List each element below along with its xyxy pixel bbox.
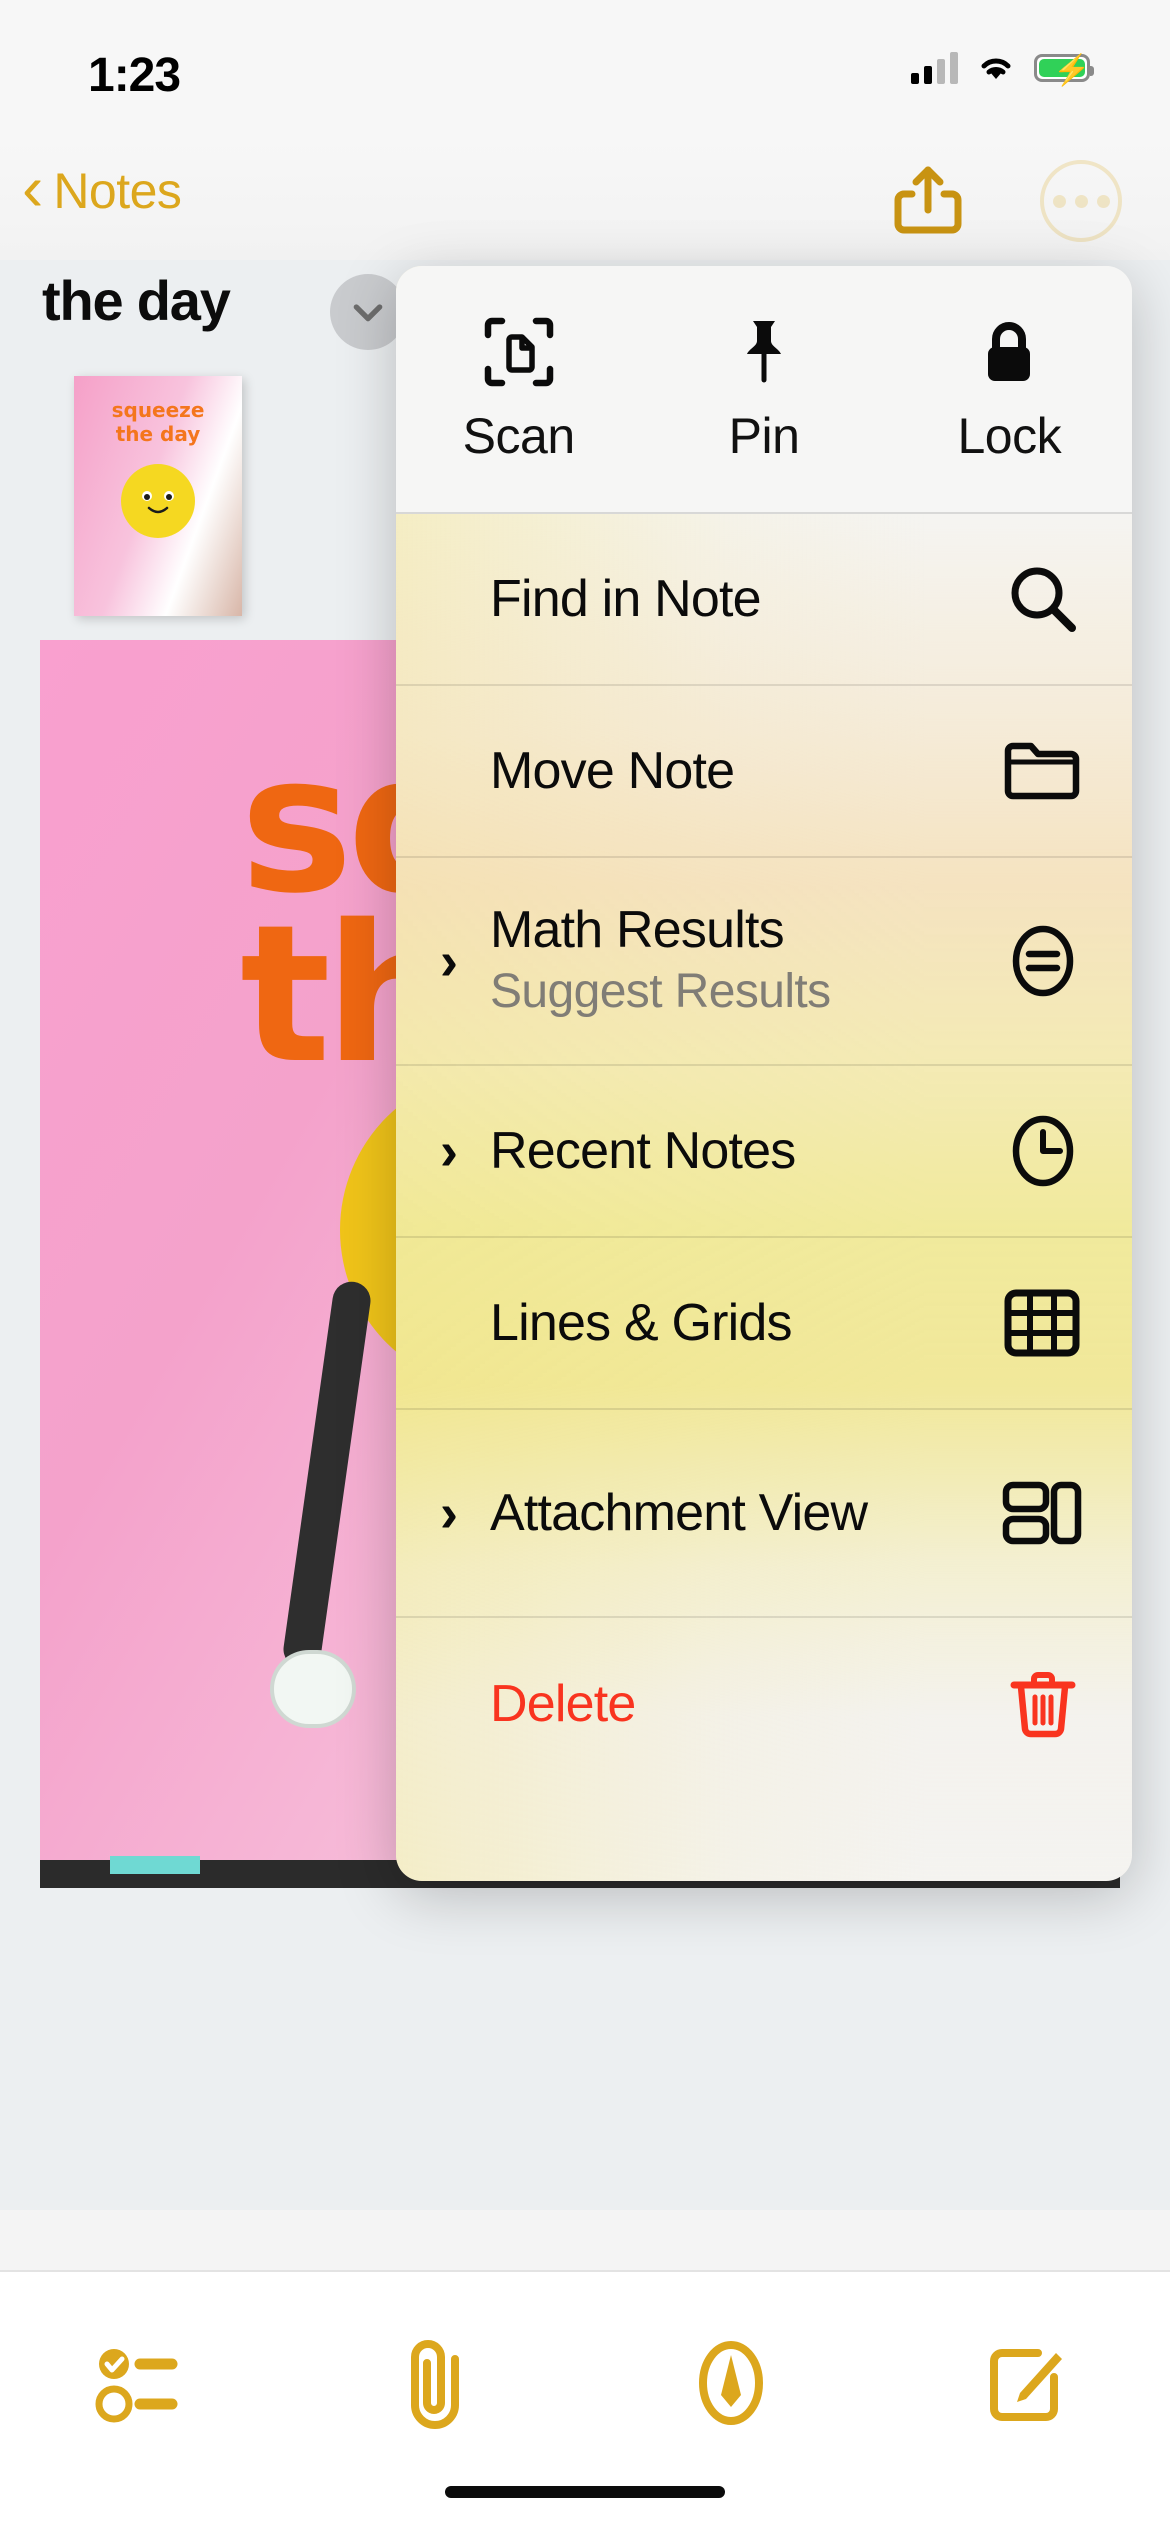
wifi-icon (976, 52, 1016, 84)
menu-item-label: Math Results (490, 901, 785, 959)
character-arm (281, 1279, 373, 1671)
menu-item-math-results[interactable]: › Math Results Suggest Results (396, 858, 1132, 1066)
scan-document-icon (484, 317, 553, 387)
menu-quick-actions-row: Scan Pin Lock (396, 266, 1132, 514)
menu-item-text: Move Note (490, 741, 994, 801)
quick-action-label: Pin (728, 408, 800, 464)
more-options-button[interactable] (1040, 160, 1122, 242)
menu-item-text: Recent Notes (490, 1121, 994, 1181)
checklist-button[interactable] (86, 2328, 206, 2438)
share-button[interactable] (886, 158, 970, 242)
equals-circle-icon (994, 916, 1084, 1006)
lemon-face-thumb (142, 491, 174, 514)
markup-button[interactable] (671, 2328, 791, 2438)
ellipsis-dot-3 (1096, 194, 1110, 208)
status-bar: 1:23 ⚡ (0, 0, 1170, 140)
submenu-chevron-placeholder: › (440, 1296, 486, 1350)
menu-item-text: Delete (490, 1674, 994, 1734)
quick-action-scan[interactable]: Scan (396, 266, 641, 512)
trash-icon (994, 1659, 1084, 1749)
book-edge-accent (110, 1856, 200, 1874)
menu-item-lines-and-grids[interactable]: › Lines & Grids (396, 1238, 1132, 1410)
menu-item-attachment-view[interactable]: › Attachment View (396, 1410, 1132, 1618)
checklist-icon (95, 2349, 178, 2423)
menu-item-recent-notes[interactable]: › Recent Notes (396, 1066, 1132, 1238)
quick-action-label: Scan (462, 408, 575, 464)
share-icon (894, 166, 962, 234)
submenu-chevron-placeholder: › (440, 572, 486, 626)
iphone-screen: the day squeeze the day squthe (0, 0, 1170, 2532)
menu-item-text: Math Results Suggest Results (490, 900, 994, 1022)
status-indicators: ⚡ (911, 52, 1094, 87)
folder-icon (994, 726, 1084, 816)
quick-action-label: Lock (957, 408, 1062, 464)
menu-item-text: Lines & Grids (490, 1293, 994, 1353)
menu-items-list: › Find in Note › Move Note (396, 514, 1132, 1790)
menu-item-find-in-note[interactable]: › Find in Note (396, 514, 1132, 686)
cellular-bars-icon (911, 52, 958, 84)
grid-icon (994, 1278, 1084, 1368)
submenu-chevron-placeholder: › (440, 1677, 486, 1731)
home-indicator (445, 2486, 725, 2498)
menu-item-label: Find in Note (490, 570, 762, 628)
ellipsis-dot-2 (1074, 194, 1088, 208)
quick-action-pin[interactable]: Pin (641, 266, 886, 512)
character-hand (270, 1650, 356, 1728)
markup-pen-icon (699, 2341, 764, 2425)
menu-item-label: Move Note (490, 742, 735, 800)
note-thumbnail-image[interactable]: squeeze the day (74, 376, 242, 616)
thumbnail-caption: squeeze the day (111, 398, 205, 446)
compose-button[interactable] (964, 2328, 1084, 2438)
attach-button[interactable] (379, 2328, 499, 2438)
chevron-down-icon (353, 304, 383, 322)
back-button[interactable]: ‹ Notes (22, 156, 182, 220)
collapse-header-button[interactable] (330, 274, 406, 350)
menu-item-text: Attachment View (490, 1483, 994, 1543)
compose-icon (989, 2349, 1062, 2421)
note-title: the day (42, 269, 231, 332)
attachment-view-icon (994, 1468, 1084, 1558)
menu-item-label: Attachment View (490, 1484, 868, 1542)
menu-item-move-note[interactable]: › Move Note (396, 686, 1132, 858)
menu-item-label: Recent Notes (490, 1122, 796, 1180)
ellipsis-dot-1 (1052, 194, 1066, 208)
paperclip-icon (410, 2340, 459, 2429)
quick-action-lock[interactable]: Lock (887, 266, 1132, 512)
status-time: 1:23 (88, 49, 181, 102)
battery-charging-icon: ⚡ (1034, 54, 1094, 87)
context-menu[interactable]: Scan Pin Lock Find in Note Move Note › M… (396, 266, 1132, 1881)
navigation-bar: ‹ Notes (0, 140, 1170, 260)
search-icon (994, 554, 1084, 644)
menu-content: Scan Pin Lock Find in Note Move Note › M… (396, 266, 1132, 1790)
back-button-label: Notes (53, 163, 182, 219)
menu-item-text: Find in Note (490, 569, 994, 629)
chevron-right-icon: › (440, 1483, 458, 1543)
menu-item-delete[interactable]: › Delete (396, 1618, 1132, 1790)
menu-item-label: Delete (490, 1675, 636, 1733)
chevron-left-icon: ‹ (22, 152, 44, 224)
clock-icon (994, 1106, 1084, 1196)
menu-item-label: Lines & Grids (490, 1294, 793, 1352)
lock-icon (988, 322, 1031, 381)
menu-item-sublabel: Suggest Results (490, 965, 831, 1018)
chevron-right-icon: › (440, 1121, 458, 1181)
pin-icon (746, 321, 781, 383)
submenu-chevron-placeholder: › (440, 744, 486, 798)
chevron-right-icon: › (440, 931, 458, 991)
